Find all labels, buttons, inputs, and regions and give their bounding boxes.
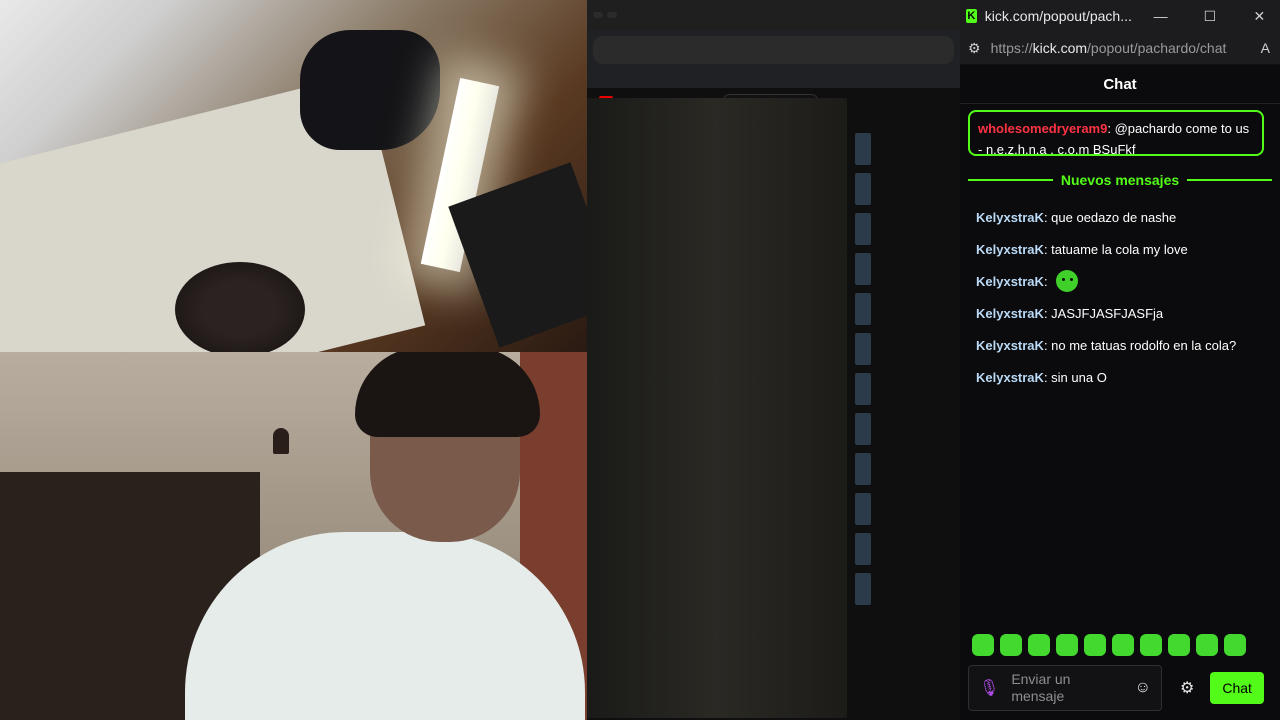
quick-emote-bar bbox=[972, 634, 1246, 656]
window-titlebar: K kick.com/popout/pach... — ☐ ✕ bbox=[960, 0, 1280, 32]
new-messages-label: Nuevos mensajes bbox=[1060, 172, 1180, 188]
pinned-message-user[interactable]: wholesomedryeram9 bbox=[978, 121, 1107, 136]
chat-input-row: 🎙 Enviar un mensaje ☺ ⚙ Chat bbox=[968, 664, 1272, 712]
browser-tabbar bbox=[587, 0, 960, 30]
chat-text: : no me tatuas rodolfo en la cola? bbox=[1043, 337, 1237, 353]
youtube-sidebar-item bbox=[855, 213, 917, 249]
reader-mode-icon[interactable]: A bbox=[1261, 40, 1270, 56]
emote-button[interactable] bbox=[1168, 634, 1190, 656]
youtube-sidebar-item bbox=[855, 413, 917, 449]
chat-username[interactable]: KelyxstraK bbox=[976, 306, 1044, 321]
chat-input[interactable]: 🎙 Enviar un mensaje ☺ bbox=[968, 665, 1162, 711]
chat-message: KelyxstraK: sin una O bbox=[976, 361, 1276, 393]
browser-address-bar bbox=[593, 36, 954, 64]
new-messages-divider: Nuevos mensajes bbox=[968, 170, 1273, 190]
close-button[interactable]: ✕ bbox=[1239, 8, 1280, 25]
person-hair bbox=[355, 352, 540, 437]
browser-bookmarks-bar bbox=[587, 64, 960, 84]
chat-header: Chat bbox=[960, 65, 1280, 104]
gloved-hand bbox=[300, 30, 440, 150]
chat-text: : que oedazo de nashe bbox=[1043, 209, 1177, 225]
chat-message: KelyxstraK: bbox=[976, 265, 1276, 297]
chat-emote bbox=[1055, 270, 1078, 292]
emote-button[interactable] bbox=[1084, 634, 1106, 656]
chat-username[interactable]: KelyxstraK bbox=[976, 274, 1044, 289]
youtube-page bbox=[587, 88, 960, 720]
emoji-picker-icon[interactable]: ☺ bbox=[1135, 679, 1151, 697]
chat-username[interactable]: KelyxstraK bbox=[976, 338, 1044, 353]
ink-cup bbox=[175, 262, 305, 352]
youtube-sidebar-item bbox=[855, 173, 917, 209]
window-title: kick.com/popout/pach... bbox=[984, 8, 1132, 24]
kick-chat-window: K kick.com/popout/pach... — ☐ ✕ ⚙ https:… bbox=[960, 0, 1280, 720]
chat-message: KelyxstraK: que oedazo de nashe bbox=[976, 201, 1276, 233]
youtube-sidebar-item bbox=[855, 453, 917, 489]
chat-messages: KelyxstraK: que oedazo de nashe Kelyxstr… bbox=[976, 201, 1276, 393]
chat-message: KelyxstraK: no me tatuas rodolfo en la c… bbox=[976, 329, 1276, 361]
youtube-sidebar-item bbox=[855, 253, 917, 289]
browser-capture bbox=[587, 0, 960, 720]
pinned-message: wholesomedryeram9: @pachardo come to us … bbox=[968, 110, 1264, 157]
emote-button[interactable] bbox=[1140, 634, 1162, 656]
chat-username[interactable]: KelyxstraK bbox=[976, 370, 1044, 385]
url-bar[interactable]: ⚙ https://kick.com/popout/pachardo/chat … bbox=[960, 32, 1280, 65]
youtube-sidebar-item bbox=[855, 493, 917, 529]
chat-input-placeholder[interactable]: Enviar un mensaje bbox=[1011, 671, 1122, 705]
webcam-face-view bbox=[0, 352, 587, 720]
chat-username[interactable]: KelyxstraK bbox=[976, 242, 1044, 257]
emote-button[interactable] bbox=[1196, 634, 1218, 656]
url-text[interactable]: https://kick.com/popout/pachardo/chat bbox=[991, 40, 1251, 56]
send-chat-button[interactable]: Chat bbox=[1210, 672, 1264, 704]
youtube-sidebar-item bbox=[855, 573, 917, 609]
youtube-sidebar-item bbox=[855, 533, 917, 569]
chat-message: KelyxstraK: JASJFJASFJASFja bbox=[976, 297, 1276, 329]
youtube-sidebar bbox=[855, 133, 917, 673]
chat-message: KelyxstraK: tatuame la cola my love bbox=[976, 233, 1276, 265]
chat-text: : bbox=[1043, 273, 1048, 289]
webcam-desk-view bbox=[0, 0, 587, 352]
emote-button[interactable] bbox=[972, 634, 994, 656]
emote-button[interactable] bbox=[1000, 634, 1022, 656]
maximize-button[interactable]: ☐ bbox=[1189, 8, 1230, 25]
kick-logo-icon: K bbox=[966, 9, 977, 23]
browser-tab bbox=[593, 12, 603, 18]
chat-username[interactable]: KelyxstraK bbox=[976, 210, 1044, 225]
chat-text: : tatuame la cola my love bbox=[1043, 241, 1188, 257]
emote-button[interactable] bbox=[1224, 634, 1246, 656]
chat-text: : JASJFJASFJASFja bbox=[1043, 305, 1164, 321]
browser-tab bbox=[607, 12, 617, 18]
emote-button[interactable] bbox=[1056, 634, 1078, 656]
youtube-sidebar-item bbox=[855, 293, 917, 329]
youtube-video-player bbox=[587, 98, 847, 718]
emote-button[interactable] bbox=[1028, 634, 1050, 656]
site-settings-icon[interactable]: ⚙ bbox=[968, 40, 981, 57]
emote-button[interactable] bbox=[1112, 634, 1134, 656]
minimize-button[interactable]: — bbox=[1140, 8, 1181, 24]
youtube-sidebar-item bbox=[855, 133, 917, 169]
gear-icon[interactable]: ⚙ bbox=[1180, 678, 1194, 698]
wall-ornament bbox=[273, 428, 289, 454]
chat-text: : sin una O bbox=[1043, 369, 1107, 385]
youtube-sidebar-item bbox=[855, 373, 917, 409]
microphone-icon[interactable]: 🎙 bbox=[979, 678, 999, 698]
youtube-sidebar-item bbox=[855, 333, 917, 369]
